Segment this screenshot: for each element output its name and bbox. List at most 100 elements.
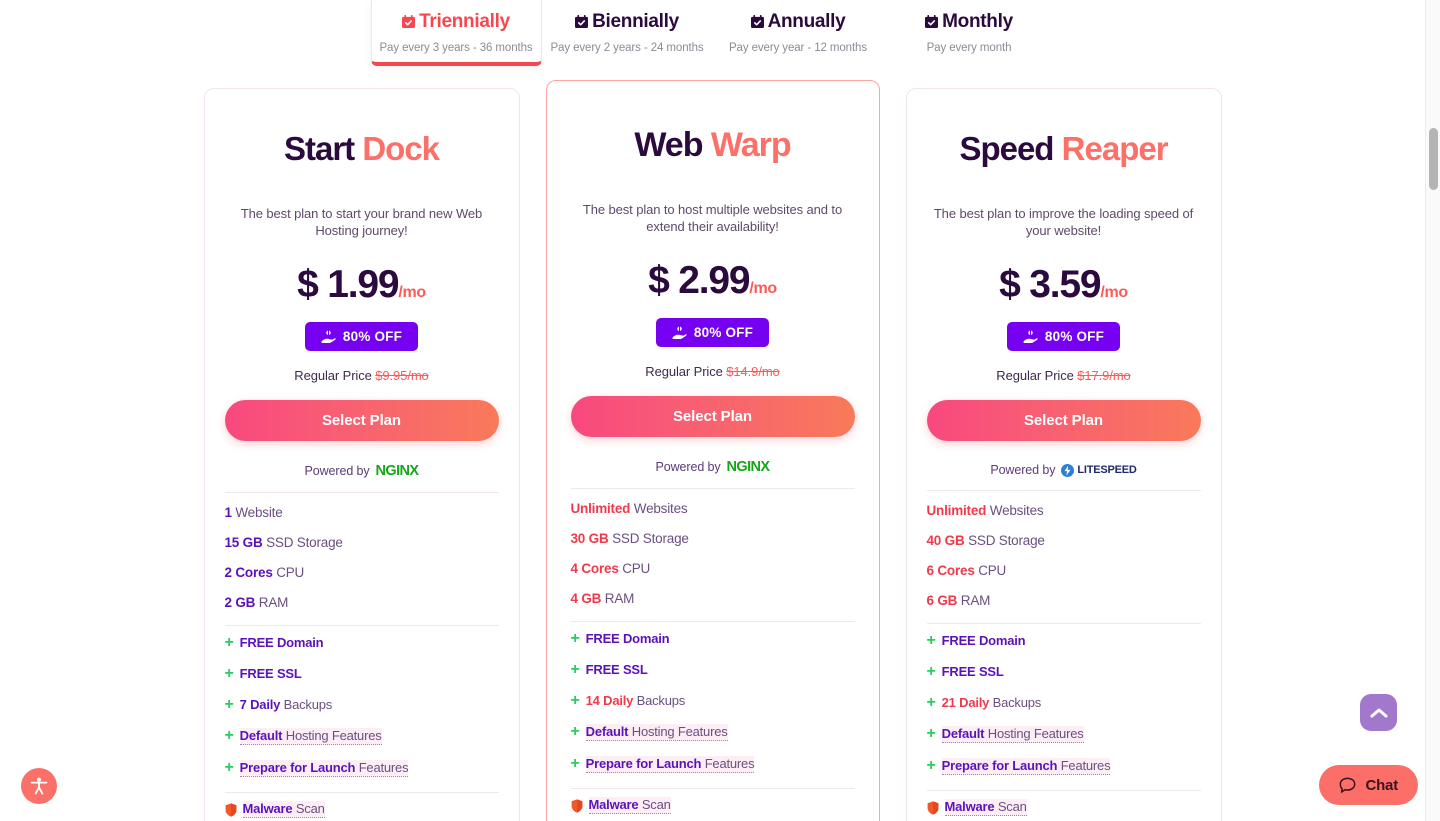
select-plan-button[interactable]: Select Plan: [926, 400, 1201, 441]
spec-label: SSD Storage: [612, 531, 689, 546]
feature-value: Prepare for Launch: [239, 760, 356, 775]
feature-value: 7 Daily: [239, 697, 281, 712]
spec-value: Unlimited: [926, 503, 987, 518]
powered-by-label: Powered by: [655, 460, 721, 474]
spec-item: Unlimited Websites: [571, 501, 855, 517]
billing-tab-sub: Pay every 2 years - 24 months: [550, 42, 704, 54]
spec-list: Unlimited Websites 40 GB SSD Storage 6 C…: [927, 491, 1201, 609]
feature-item: + FREE Domain: [571, 631, 855, 647]
security-value: Malware: [588, 797, 639, 812]
feature-tooltip-link[interactable]: Prepare for Launch Features: [585, 756, 755, 773]
spec-label: Websites: [989, 503, 1044, 518]
feature-tooltip-link[interactable]: Default Hosting Features: [941, 726, 1084, 743]
plus-icon: +: [570, 630, 580, 647]
feature-tooltip-link[interactable]: Default Hosting Features: [239, 728, 382, 745]
spec-value: 4 GB: [570, 591, 602, 606]
security-item: Malware Scan: [225, 801, 499, 818]
plan-price: $ 2.99/mo: [571, 261, 855, 300]
feature-label: Hosting Features: [631, 724, 728, 739]
price-period: /mo: [749, 280, 777, 297]
feature-item: + FREE SSL: [571, 662, 855, 678]
powered-by: Powered by NGINX: [225, 463, 499, 479]
regular-price: Regular Price $14.9/mo: [571, 364, 855, 379]
accessibility-button[interactable]: [21, 768, 57, 804]
feature-tooltip-link[interactable]: Default Hosting Features: [585, 724, 728, 741]
plus-icon: +: [570, 661, 580, 678]
feature-value: Prepare for Launch: [585, 756, 702, 771]
select-plan-button[interactable]: Select Plan: [570, 396, 855, 437]
plan-title-first: Speed: [959, 130, 1054, 167]
feature-value: 21 Daily: [941, 695, 990, 710]
spec-item: 15 GB SSD Storage: [225, 535, 499, 551]
plan-title: Web Warp: [571, 125, 855, 165]
security-label: Scan: [295, 801, 325, 816]
spec-item: 4 GB RAM: [571, 591, 855, 607]
discount-badge[interactable]: 80% OFF: [1006, 322, 1121, 351]
billing-tab-biennially[interactable]: Biennially Pay every 2 years - 24 months: [541, 0, 713, 66]
feature-value: Default: [585, 724, 629, 739]
feature-item: + Default Hosting Features: [571, 724, 855, 741]
billing-tab-triennially[interactable]: Triennially Pay every 3 years - 36 month…: [370, 0, 542, 66]
discount-badge[interactable]: 80% OFF: [304, 322, 419, 351]
discount-badge-wrap: 80% OFF: [927, 304, 1201, 351]
chat-widget-button[interactable]: Chat: [1319, 765, 1418, 805]
pricing-cards: Start Dock The best plan to start your b…: [0, 80, 1425, 821]
feature-tooltip-link[interactable]: Prepare for Launch Features: [941, 758, 1111, 775]
regular-price: Regular Price $17.9/mo: [927, 368, 1201, 383]
billing-cycle-tabs: Triennially Pay every 3 years - 36 month…: [0, 0, 1425, 66]
feature-list: + FREE Domain + FREE SSL +7 Daily Backups …: [225, 626, 499, 777]
price-period: /mo: [398, 284, 426, 301]
select-plan-button[interactable]: Select Plan: [224, 400, 499, 441]
spec-label: RAM: [960, 593, 991, 608]
powered-by: Powered by LITESPEED: [927, 463, 1201, 477]
feature-value: FREE SSL: [585, 662, 648, 677]
spec-label: CPU: [276, 565, 305, 580]
plus-icon: +: [926, 725, 936, 742]
shield-icon: [225, 802, 236, 817]
discount-label: 80% OFF: [342, 329, 403, 344]
billing-tab-monthly[interactable]: Monthly Pay every month: [883, 0, 1055, 66]
chat-bubble-icon: [1340, 777, 1356, 793]
price-period: /mo: [1100, 284, 1128, 301]
price-amount: $ 3.59: [999, 263, 1101, 306]
calendar-check-icon: [402, 15, 416, 29]
discount-badge[interactable]: 80% OFF: [655, 318, 770, 347]
security-value: Malware: [242, 801, 293, 816]
powered-by: Powered by NGINX: [571, 459, 855, 475]
calendar-check-icon: [750, 15, 764, 29]
powered-by-label: Powered by: [990, 463, 1056, 477]
plan-price: $ 3.59/mo: [927, 265, 1201, 304]
security-list: Malware Scan Malware Removal WAF & IP Fi…: [571, 789, 855, 821]
security-list: Malware Scan Malware Removal WAF & IP Fi…: [927, 791, 1201, 821]
spec-list: Unlimited Websites 30 GB SSD Storage 4 C…: [571, 489, 855, 607]
accessibility-person-icon: [30, 777, 48, 795]
spec-label: SSD Storage: [968, 533, 1045, 548]
security-tooltip-link[interactable]: Malware Scan: [944, 799, 1027, 816]
pricing-card-start-dock: Start Dock The best plan to start your b…: [203, 88, 520, 821]
security-tooltip-link[interactable]: Malware Scan: [588, 797, 671, 814]
spec-item: 6 Cores CPU: [927, 563, 1201, 579]
plan-title-first: Web: [634, 126, 703, 164]
price-amount: $ 1.99: [297, 263, 399, 306]
billing-tab-annually[interactable]: Annually Pay every year - 12 months: [712, 0, 884, 66]
spec-list: 1 Website 15 GB SSD Storage 2 Cores CPU …: [225, 493, 499, 611]
feature-label: Features: [704, 756, 755, 771]
powered-by-label: Powered by: [304, 464, 370, 478]
litespeed-logo: LITESPEED: [1061, 463, 1137, 477]
feature-label: Backups: [283, 697, 333, 712]
page-scrollbar[interactable]: [1425, 0, 1440, 821]
spec-value: 2 Cores: [224, 565, 273, 580]
feature-label: Features: [358, 760, 409, 775]
feature-value: FREE Domain: [239, 635, 324, 650]
plan-description: The best plan to host multiple websites …: [582, 202, 843, 234]
regular-price-value: $9.95/mo: [375, 368, 429, 383]
plus-icon: +: [224, 727, 234, 744]
scroll-to-top-button[interactable]: [1360, 694, 1397, 731]
spec-label: CPU: [622, 561, 651, 576]
scrollbar-thumb[interactable]: [1429, 128, 1438, 190]
feature-tooltip-link[interactable]: Prepare for Launch Features: [239, 760, 409, 777]
shield-icon: [571, 798, 582, 813]
security-tooltip-link[interactable]: Malware Scan: [242, 801, 325, 818]
billing-tab-label: Biennially: [592, 11, 679, 32]
feature-item: + Prepare for Launch Features: [571, 756, 855, 773]
